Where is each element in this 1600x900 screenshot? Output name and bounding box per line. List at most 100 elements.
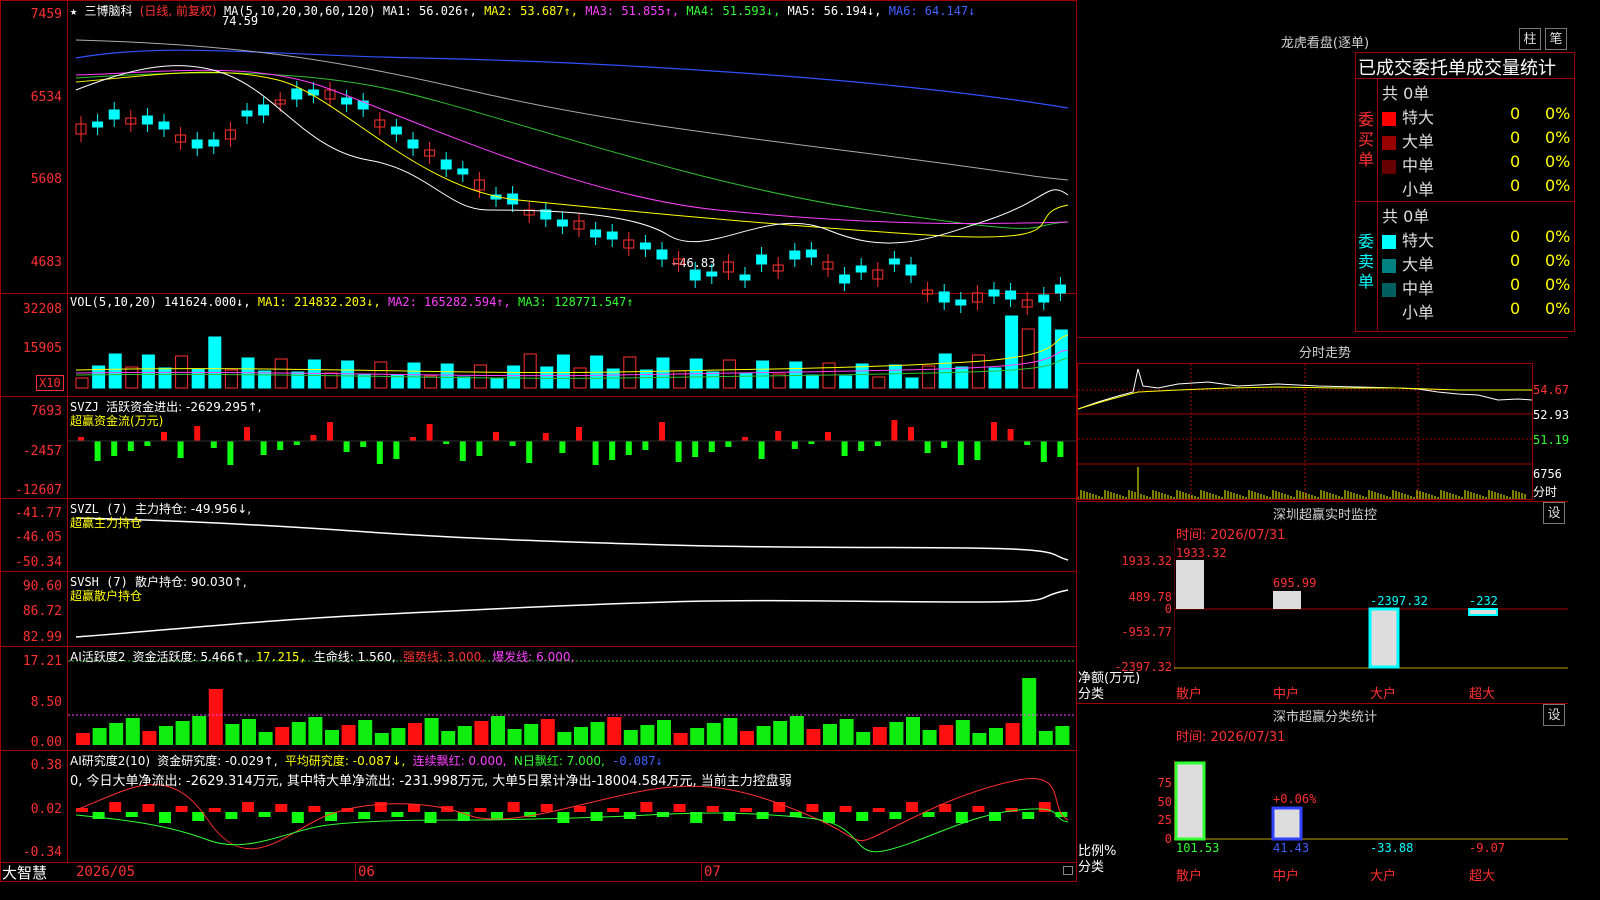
fund-flow-bar bbox=[576, 427, 582, 441]
cls-val-large: -33.88 bbox=[1370, 841, 1414, 855]
fund-flow-bar bbox=[559, 441, 566, 453]
candle-body bbox=[988, 289, 1000, 297]
volume-bar bbox=[473, 364, 487, 389]
ma5-line bbox=[75, 39, 1069, 181]
fund-flow-bar bbox=[393, 441, 400, 459]
vol-value: 141624.000↓, bbox=[163, 295, 251, 309]
fund-flow-bar bbox=[858, 441, 865, 451]
order-count: 0 bbox=[1510, 128, 1521, 147]
ai1-label: AI活跃度2 bbox=[70, 650, 126, 664]
buy-rows-row: 中单 bbox=[1382, 152, 1434, 176]
svzl-tick-3: -50.34 bbox=[15, 555, 62, 570]
fund-flow-bar bbox=[1040, 441, 1047, 462]
ai2-tick-3: -0.34 bbox=[22, 845, 62, 860]
candle-body bbox=[905, 264, 917, 276]
intraday-volume bbox=[1078, 467, 1526, 499]
cls-cat-large: 大户 bbox=[1370, 869, 1397, 884]
intraday-chart[interactable] bbox=[1078, 364, 1532, 499]
fund-flow-bar bbox=[310, 435, 317, 441]
cls-val-retail: 101.53 bbox=[1176, 841, 1220, 855]
date-tick-jul: 07 bbox=[704, 864, 721, 880]
order-pct: 0% bbox=[1545, 299, 1571, 318]
volume-bar bbox=[540, 366, 554, 389]
research-bars bbox=[76, 802, 1068, 823]
fund-flow-bar bbox=[94, 441, 101, 461]
svzl-sub: 超赢主力持仓 bbox=[70, 516, 143, 530]
research-bar bbox=[258, 812, 271, 817]
activity-bar bbox=[922, 730, 937, 745]
cls-settings-button[interactable]: 设 bbox=[1543, 704, 1565, 726]
volume-bar bbox=[556, 354, 570, 389]
lock-icon[interactable] bbox=[1063, 866, 1073, 875]
cls-val-super: -9.07 bbox=[1469, 841, 1506, 855]
candle-body bbox=[556, 219, 568, 227]
sz-y-3: 0 bbox=[1164, 602, 1172, 616]
cls-time: 时间: 2026/07/31 bbox=[1176, 730, 1286, 745]
order-pct: 0% bbox=[1545, 176, 1571, 195]
research-bar bbox=[756, 812, 769, 819]
sz-settings-button[interactable]: 设 bbox=[1543, 502, 1565, 524]
fs-price-1: 54.67 bbox=[1533, 383, 1570, 397]
ai1-title: AI活跃度2 资金活跃度: 5.466↑, 17.215, 生命线: 1.560… bbox=[70, 648, 574, 665]
research-bar bbox=[640, 802, 653, 812]
volume-bar bbox=[457, 376, 471, 389]
svzj-tick-2: -2457 bbox=[22, 444, 62, 459]
sell-side-label: 委卖单 bbox=[1357, 232, 1374, 291]
candle-body bbox=[390, 126, 402, 135]
svzl-line bbox=[75, 517, 1069, 561]
volume-bar bbox=[291, 371, 305, 389]
candle-body bbox=[407, 139, 419, 149]
sz-bar-chart[interactable] bbox=[1174, 540, 1568, 680]
sz-y-1: 1933.32 bbox=[1121, 554, 1172, 568]
activity-bar bbox=[955, 720, 970, 745]
activity-bar bbox=[408, 723, 422, 745]
volume-bar bbox=[656, 357, 670, 389]
order-size-label: 大单 bbox=[1402, 255, 1435, 274]
sell-rows-row: 特大 bbox=[1382, 227, 1434, 251]
bar-mode-button[interactable]: 柱 bbox=[1519, 28, 1541, 50]
sz-bar-large bbox=[1368, 607, 1400, 669]
cls-mid-label: +0.06% bbox=[1273, 792, 1317, 806]
activity-bar bbox=[806, 729, 821, 745]
candle-body bbox=[208, 139, 220, 147]
candle-body bbox=[756, 254, 768, 265]
activity-bar bbox=[76, 733, 90, 745]
vol-ma3: MA3: 128771.547↑ bbox=[518, 295, 634, 309]
order-count: 0 bbox=[1510, 176, 1521, 195]
buy-rows-row: 小单 bbox=[1382, 176, 1434, 200]
fund-flow-bar bbox=[244, 427, 250, 441]
activity-bar bbox=[175, 721, 190, 745]
activity-bar bbox=[839, 719, 854, 745]
order-size-label: 小单 bbox=[1402, 180, 1435, 199]
fund-flow-bar bbox=[78, 437, 84, 441]
tick-mode-button[interactable]: 笔 bbox=[1545, 28, 1567, 50]
svzj-tick-3: -12607 bbox=[15, 483, 62, 498]
activity-bar bbox=[109, 723, 124, 745]
order-size-label: 特大 bbox=[1402, 108, 1435, 127]
brand-label[interactable]: 大智慧 bbox=[2, 862, 47, 883]
volume-bar bbox=[141, 354, 155, 389]
research-bar bbox=[76, 808, 88, 812]
chart-canvas[interactable] bbox=[68, 0, 1076, 862]
fund-flow-bar bbox=[742, 437, 748, 441]
order-pct: 0% bbox=[1545, 251, 1571, 270]
sz-val-large: -2397.32 bbox=[1370, 594, 1428, 608]
candle-body bbox=[191, 139, 203, 149]
cls-bar-mid bbox=[1271, 806, 1303, 841]
activity-bar bbox=[258, 732, 273, 745]
fund-flow-bar bbox=[1007, 429, 1014, 441]
order-size-label: 特大 bbox=[1402, 231, 1435, 250]
fund-flow-bar bbox=[194, 426, 201, 441]
svzj-tick-1: 7693 bbox=[30, 404, 62, 419]
activity-bar bbox=[391, 728, 406, 745]
candle-body bbox=[805, 249, 817, 258]
order-count: 0 bbox=[1510, 275, 1521, 294]
activity-bar bbox=[856, 732, 871, 745]
cls-title: 深市超赢分类统计 bbox=[1272, 710, 1377, 725]
candle-body bbox=[639, 242, 651, 250]
activity-bar bbox=[906, 717, 920, 745]
ai1-e: 爆发线: 6.000, bbox=[492, 650, 575, 664]
research-bar bbox=[740, 808, 752, 812]
price-tick-4: 4683 bbox=[30, 255, 62, 270]
activity-bar bbox=[607, 717, 622, 745]
